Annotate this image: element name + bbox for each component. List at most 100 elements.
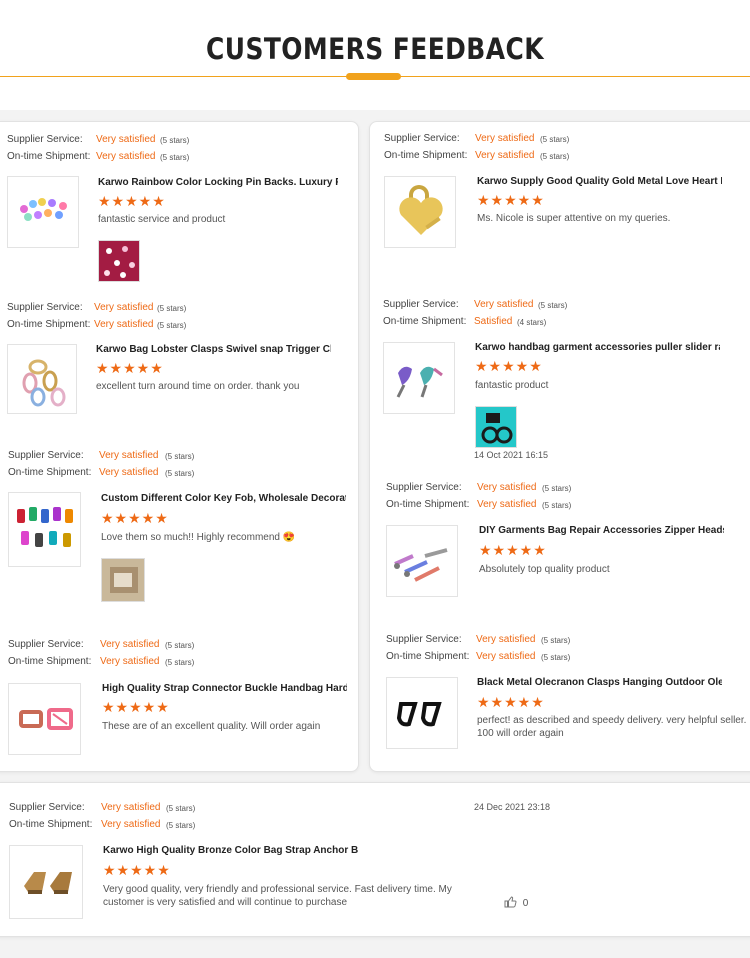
slider-pullers-image xyxy=(396,366,443,398)
review-photo[interactable] xyxy=(98,240,140,282)
shipment-label: On-time Shipment: xyxy=(8,656,92,667)
product-thumbnail[interactable] xyxy=(8,492,81,567)
review-item: Supplier Service: Very satisfied (5 star… xyxy=(384,133,750,253)
shipment-value: Very satisfied xyxy=(476,651,536,662)
review-item: Supplier Service: Very satisfied (5 star… xyxy=(383,299,750,461)
review-comment: Love them so much!! Highly recommend 😍 xyxy=(101,532,296,543)
rating-stars: ★★★★★ xyxy=(96,360,164,376)
supplier-service-label: Supplier Service: xyxy=(7,302,83,313)
shipment-label: On-time Shipment: xyxy=(384,150,468,161)
supplier-service-label: Supplier Service: xyxy=(8,639,84,650)
product-title[interactable]: Karwo Bag Lobster Clasps Swivel snap Tri… xyxy=(96,344,331,355)
product-title[interactable]: Karwo handbag garment accessories puller… xyxy=(475,342,720,353)
shipment-stars: (5 stars) xyxy=(166,821,196,830)
shipment-stars: (5 stars) xyxy=(165,469,195,478)
olecranon-clasps-image xyxy=(396,702,442,727)
zipper-heads-image xyxy=(394,548,448,582)
shipment-stars: (5 stars) xyxy=(160,153,190,162)
product-thumbnail[interactable] xyxy=(7,176,79,248)
supplier-service-value: Very satisfied xyxy=(101,802,161,813)
supplier-service-value: Very satisfied xyxy=(100,639,160,650)
shipment-value: Very satisfied xyxy=(99,467,159,478)
section-header: CUSTOMERS FEEDBACK xyxy=(0,0,750,110)
shipment-value: Very satisfied xyxy=(477,499,537,510)
shipment-value: Satisfied xyxy=(474,316,513,327)
product-title[interactable]: Karwo Supply Good Quality Gold Metal Lov… xyxy=(477,176,722,187)
like-count: 0 xyxy=(522,898,529,909)
rating-stars: ★★★★★ xyxy=(103,862,171,878)
supplier-service-stars: (5 stars) xyxy=(165,641,195,650)
review-item: Supplier Service: Very satisfied (5 star… xyxy=(7,134,352,286)
rating-stars: ★★★★★ xyxy=(102,699,170,715)
shipment-label: On-time Shipment: xyxy=(7,319,91,330)
review-date: 14 Oct 2021 16:15 xyxy=(474,450,549,460)
review-comment: Absolutely top quality product xyxy=(479,564,610,575)
strap-buckle-image xyxy=(19,708,73,730)
review-photo[interactable] xyxy=(101,558,145,602)
shipment-label: On-time Shipment: xyxy=(386,499,470,510)
shipment-label: On-time Shipment: xyxy=(386,651,470,662)
supplier-service-label: Supplier Service: xyxy=(9,802,85,813)
supplier-service-label: Supplier Service: xyxy=(7,134,83,145)
supplier-service-stars: (5 stars) xyxy=(165,452,195,461)
product-thumbnail[interactable] xyxy=(9,845,83,919)
supplier-service-stars: (5 stars) xyxy=(542,484,572,493)
supplier-service-stars: (5 stars) xyxy=(157,304,187,313)
review-comment: fantastic service and product xyxy=(98,214,226,225)
review-comment: Very good quality, very friendly and pro… xyxy=(103,884,452,908)
shipment-value: Very satisfied xyxy=(94,319,154,330)
product-thumbnail[interactable] xyxy=(386,525,458,597)
product-thumbnail[interactable] xyxy=(384,176,456,248)
product-thumbnail[interactable] xyxy=(386,677,458,749)
product-thumbnail[interactable] xyxy=(8,683,81,755)
product-thumbnail[interactable] xyxy=(383,342,455,414)
page-title: CUSTOMERS FEEDBACK xyxy=(206,32,544,66)
review-photo[interactable] xyxy=(475,406,517,448)
supplier-service-value: Very satisfied xyxy=(99,450,159,461)
rating-stars: ★★★★★ xyxy=(477,694,545,710)
rating-stars: ★★★★★ xyxy=(101,510,169,526)
supplier-service-label: Supplier Service: xyxy=(386,634,462,645)
supplier-service-label: Supplier Service: xyxy=(386,482,462,493)
shipment-stars: (5 stars) xyxy=(157,321,187,330)
rating-stars: ★★★★★ xyxy=(475,358,543,374)
like-button[interactable]: 0 xyxy=(504,896,528,909)
review-comment: fantastic product xyxy=(475,380,549,391)
rating-stars: ★★★★★ xyxy=(477,192,545,208)
shipment-label: On-time Shipment: xyxy=(383,316,467,327)
product-title[interactable]: DIY Garments Bag Repair Accessories Zipp… xyxy=(479,525,724,536)
lobster-clasps-image xyxy=(22,359,66,407)
supplier-service-value: Very satisfied xyxy=(94,302,154,313)
title-accent-bar xyxy=(346,73,401,80)
pin-backs-image xyxy=(20,198,67,221)
review-comment: excellent turn around time on order. tha… xyxy=(96,381,300,392)
review-item: Supplier Service: Very satisfied (5 star… xyxy=(8,450,353,602)
review-item: Supplier Service: Very satisfied (5 star… xyxy=(7,302,352,414)
review-item: Supplier Service: Very satisfied (5 star… xyxy=(386,482,750,600)
rating-stars: ★★★★★ xyxy=(98,193,166,209)
supplier-service-stars: (5 stars) xyxy=(160,136,190,145)
product-title[interactable]: Custom Different Color Key Fob, Wholesal… xyxy=(101,493,346,504)
shipment-value: Very satisfied xyxy=(475,150,535,161)
product-title[interactable]: Black Metal Olecranon Clasps Hanging Out… xyxy=(477,677,722,688)
supplier-service-stars: (5 stars) xyxy=(540,135,570,144)
shipment-stars: (5 stars) xyxy=(165,658,195,667)
shipment-stars: (5 stars) xyxy=(540,152,570,161)
product-thumbnail[interactable] xyxy=(7,344,77,414)
shipment-label: On-time Shipment: xyxy=(9,819,93,830)
shipment-stars: (5 stars) xyxy=(542,501,572,510)
review-item: Supplier Service: Very satisfied (5 star… xyxy=(386,634,750,752)
review-item: Supplier Service: Very satisfied (5 star… xyxy=(8,639,353,757)
anchor-buckle-image xyxy=(24,872,72,894)
supplier-service-value: Very satisfied xyxy=(96,134,156,145)
product-title[interactable]: Karwo High Quality Bronze Color Bag Stra… xyxy=(103,845,358,856)
thumbs-up-icon xyxy=(504,896,517,908)
shipment-stars: (4 stars) xyxy=(517,318,547,327)
product-title[interactable]: Karwo Rainbow Color Locking Pin Backs. L… xyxy=(98,177,338,188)
supplier-service-value: Very satisfied xyxy=(475,133,535,144)
supplier-service-value: Very satisfied xyxy=(474,299,534,310)
review-item: Supplier Service: Very satisfied (5 star… xyxy=(9,802,750,922)
shipment-value: Very satisfied xyxy=(100,656,160,667)
review-date: 24 Dec 2021 23:18 xyxy=(474,802,551,812)
product-title[interactable]: High Quality Strap Connector Buckle Hand… xyxy=(102,683,347,694)
